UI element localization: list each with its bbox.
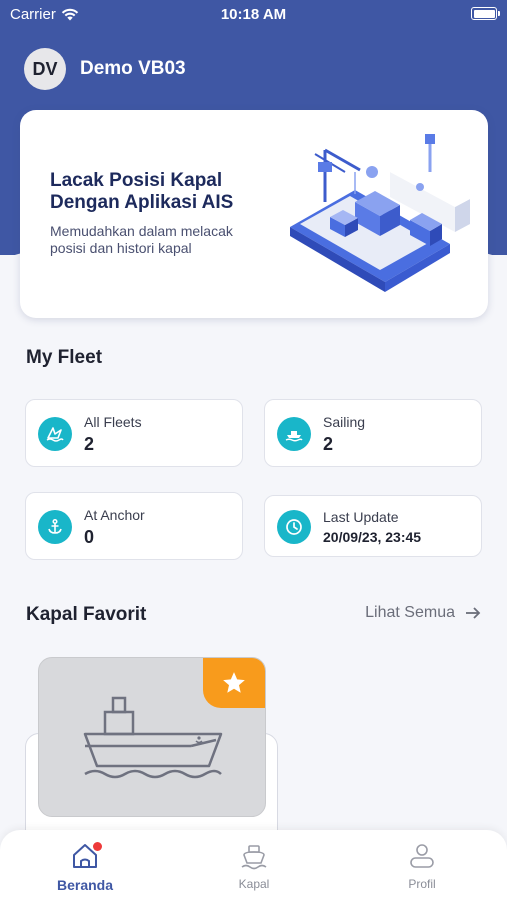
tab-profil[interactable]: Profil xyxy=(362,842,482,891)
favorite-ship-image[interactable] xyxy=(38,657,266,817)
last-update-card[interactable]: Last Update 20/09/23, 23:45 xyxy=(264,495,482,557)
at-anchor-label: At Anchor xyxy=(84,507,145,523)
status-bar: Carrier 10:18 AM xyxy=(0,0,507,28)
profile-icon xyxy=(410,844,434,868)
user-header[interactable]: DV Demo VB03 xyxy=(24,48,186,90)
avatar[interactable]: DV xyxy=(24,48,66,90)
ship-placeholder-icon xyxy=(83,696,223,779)
banner-title: Lacak Posisi Kapal Dengan Aplikasi AIS xyxy=(50,170,234,213)
port-ship-illustration xyxy=(290,134,470,292)
at-anchor-value: 0 xyxy=(84,527,95,547)
ship-icon xyxy=(241,845,267,870)
fleet-icon xyxy=(38,417,72,451)
favorite-ships-title: Kapal Favorit xyxy=(26,604,147,625)
last-update-label: Last Update xyxy=(323,509,399,525)
all-fleets-card[interactable]: All Fleets 2 xyxy=(25,399,243,467)
clock-icon xyxy=(277,510,311,544)
anchor-icon xyxy=(38,510,72,544)
battery-icon xyxy=(471,7,500,20)
arrow-right-icon xyxy=(466,607,481,619)
tab-label-profil: Profil xyxy=(408,877,436,891)
see-all-link[interactable]: Lihat Semua xyxy=(365,604,481,622)
tab-label-kapal: Kapal xyxy=(238,877,270,891)
sailing-value: 2 xyxy=(323,434,334,454)
user-name: Demo VB03 xyxy=(80,58,186,79)
see-all-label: Lihat Semua xyxy=(365,604,455,621)
at-anchor-card[interactable]: At Anchor 0 xyxy=(25,492,243,560)
banner-subtitle: Memudahkan dalam melacak posisi dan hist… xyxy=(50,223,233,256)
clock-time: 10:18 AM xyxy=(220,6,287,23)
tab-beranda[interactable]: Beranda xyxy=(25,842,145,893)
sailing-ship-icon xyxy=(277,417,311,451)
bottom-tab-bar: Beranda Kapal Profil xyxy=(0,830,507,900)
favorite-star-badge[interactable] xyxy=(203,658,265,708)
all-fleets-label: All Fleets xyxy=(84,414,142,430)
last-update-value: 20/09/23, 23:45 xyxy=(323,529,422,545)
all-fleets-value: 2 xyxy=(84,434,95,454)
tab-label-beranda: Beranda xyxy=(56,877,114,893)
sailing-label: Sailing xyxy=(323,414,366,430)
my-fleet-title: My Fleet xyxy=(26,347,103,368)
promo-banner[interactable]: Lacak Posisi Kapal Dengan Aplikasi AIS M… xyxy=(20,110,488,318)
star-icon xyxy=(223,672,245,693)
tab-kapal[interactable]: Kapal xyxy=(194,842,314,891)
notification-dot xyxy=(93,842,102,851)
sailing-card[interactable]: Sailing 2 xyxy=(264,399,482,467)
